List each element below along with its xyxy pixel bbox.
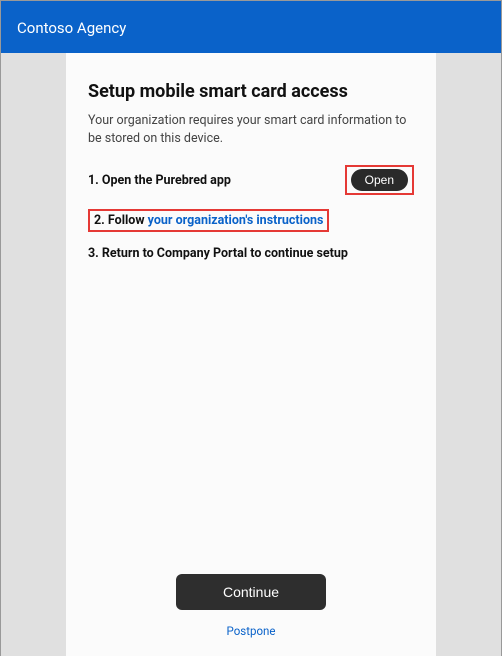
step-2: 2. Follow your organization's instructio… xyxy=(88,209,414,232)
open-button[interactable]: Open xyxy=(351,169,408,191)
step-1: 1. Open the Purebred app Open xyxy=(88,165,414,195)
postpone-link[interactable]: Postpone xyxy=(88,624,414,638)
step-2-highlight: 2. Follow your organization's instructio… xyxy=(88,209,329,232)
background-frame: Setup mobile smart card access Your orga… xyxy=(1,53,501,656)
step-2-prefix: 2. Follow xyxy=(94,213,148,228)
org-instructions-link[interactable]: your organization's instructions xyxy=(148,213,324,228)
org-name: Contoso Agency xyxy=(17,19,126,37)
step-1-text: 1. Open the Purebred app xyxy=(88,173,345,188)
spacer xyxy=(88,275,414,574)
continue-button[interactable]: Continue xyxy=(176,574,326,610)
page-title: Setup mobile smart card access xyxy=(88,81,414,102)
page-subtitle: Your organization requires your smart ca… xyxy=(88,112,414,147)
content-card: Setup mobile smart card access Your orga… xyxy=(66,53,436,656)
app-header: Contoso Agency xyxy=(1,1,501,53)
step-2-text: 2. Follow your organization's instructio… xyxy=(94,213,323,228)
open-button-highlight: Open xyxy=(345,165,414,195)
step-3-text: 3. Return to Company Portal to continue … xyxy=(88,246,414,261)
step-3: 3. Return to Company Portal to continue … xyxy=(88,246,414,261)
